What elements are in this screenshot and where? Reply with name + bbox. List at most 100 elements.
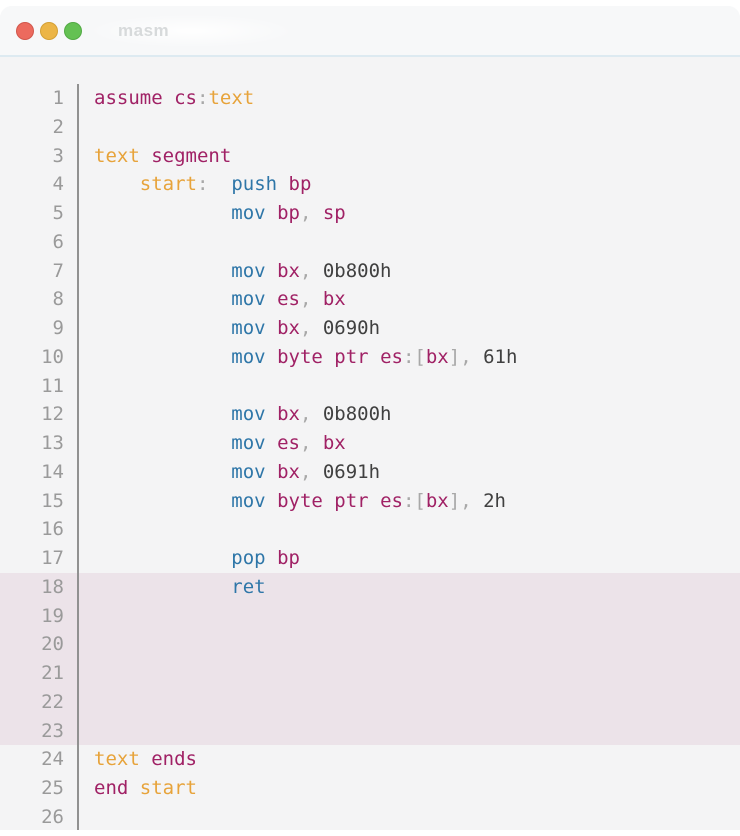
token-kw: bx [277,260,300,282]
code-text: assume cs:text [79,84,254,113]
code-line[interactable]: 23 [0,717,740,746]
token-lbl: start [140,173,197,195]
token-pln [472,346,483,368]
code-line[interactable]: 22 [0,688,740,717]
token-pln [369,490,380,512]
token-pln [140,748,151,770]
code-line[interactable]: 26 [0,803,740,830]
code-line[interactable]: 10 mov byte ptr es:[bx], 61h [0,343,740,372]
token-pun: , [300,432,311,454]
code-text: pop bp [79,544,300,573]
code-text: ret [79,573,266,602]
code-line[interactable]: 13 mov es, bx [0,429,740,458]
line-number[interactable]: 7 [0,257,79,286]
token-lbl: start [140,777,197,799]
line-number[interactable]: 25 [0,774,79,803]
code-text [79,372,94,401]
token-kw: segment [151,145,231,167]
token-pun: : [197,87,208,109]
code-text: mov bx, 0b800h [79,257,392,286]
code-text: end start [79,774,197,803]
code-editor[interactable]: 1assume cs:text23text segment4 start: pu… [0,57,740,830]
code-lines: 1assume cs:text23text segment4 start: pu… [0,84,740,830]
token-pln [94,317,231,339]
token-pln [311,317,322,339]
code-line[interactable]: 14 mov bx, 0691h [0,458,740,487]
code-line[interactable]: 6 [0,228,740,257]
line-number[interactable]: 9 [0,314,79,343]
token-num: 2h [483,490,506,512]
token-kw: sp [323,202,346,224]
line-number[interactable]: 17 [0,544,79,573]
close-button[interactable] [16,22,34,40]
line-number[interactable]: 8 [0,285,79,314]
line-number[interactable]: 14 [0,458,79,487]
token-kw: es [380,490,403,512]
code-line[interactable]: 4 start: push bp [0,170,740,199]
token-pun: , [300,288,311,310]
line-number[interactable]: 15 [0,487,79,516]
code-line[interactable]: 16 [0,515,740,544]
minimize-button[interactable] [40,22,58,40]
token-pln [128,777,139,799]
code-line[interactable]: 9 mov bx, 0690h [0,314,740,343]
code-text: mov bx, 0690h [79,314,380,343]
token-num: 0691h [323,461,380,483]
token-kw: byte [277,490,323,512]
code-line[interactable]: 3text segment [0,142,740,171]
token-pln [94,346,231,368]
line-number[interactable]: 3 [0,142,79,171]
line-number[interactable]: 13 [0,429,79,458]
line-number[interactable]: 21 [0,659,79,688]
line-number[interactable]: 2 [0,113,79,142]
code-line[interactable]: 11 [0,372,740,401]
code-line[interactable]: 24text ends [0,745,740,774]
token-kw: bx [323,288,346,310]
token-kw: bx [426,490,449,512]
line-number[interactable]: 23 [0,717,79,746]
code-text [79,228,94,257]
code-line[interactable]: 18 ret [0,573,740,602]
line-number[interactable]: 18 [0,573,79,602]
code-line[interactable]: 19 [0,602,740,631]
code-text [79,688,94,717]
line-number[interactable]: 11 [0,372,79,401]
code-line[interactable]: 5 mov bp, sp [0,199,740,228]
token-kw: cs [174,87,197,109]
token-pln [266,346,277,368]
code-line[interactable]: 15 mov byte ptr es:[bx], 2h [0,487,740,516]
code-line[interactable]: 1assume cs:text [0,84,740,113]
line-number[interactable]: 19 [0,602,79,631]
line-number[interactable]: 4 [0,170,79,199]
token-kw: bp [277,547,300,569]
code-line[interactable]: 21 [0,659,740,688]
code-line[interactable]: 7 mov bx, 0b800h [0,257,740,286]
traffic-lights [16,22,82,40]
line-number[interactable]: 12 [0,400,79,429]
code-line[interactable]: 17 pop bp [0,544,740,573]
line-number[interactable]: 26 [0,803,79,830]
maximize-button[interactable] [64,22,82,40]
titlebar[interactable]: masm [0,6,740,57]
code-line[interactable]: 8 mov es, bx [0,285,740,314]
token-pln [94,288,231,310]
token-op: mov [231,202,265,224]
code-line[interactable]: 25end start [0,774,740,803]
line-number[interactable]: 16 [0,515,79,544]
line-number[interactable]: 10 [0,343,79,372]
token-kw: ptr [334,346,368,368]
line-number[interactable]: 5 [0,199,79,228]
code-line[interactable]: 20 [0,630,740,659]
token-pln [311,202,322,224]
code-line[interactable]: 2 [0,113,740,142]
line-number[interactable]: 20 [0,630,79,659]
line-number[interactable]: 6 [0,228,79,257]
line-number[interactable]: 1 [0,84,79,113]
token-pln [311,260,322,282]
line-number[interactable]: 22 [0,688,79,717]
code-line[interactable]: 12 mov bx, 0b800h [0,400,740,429]
token-num: 0b800h [323,403,392,425]
token-pln [266,403,277,425]
line-number[interactable]: 24 [0,745,79,774]
token-pln [323,346,334,368]
